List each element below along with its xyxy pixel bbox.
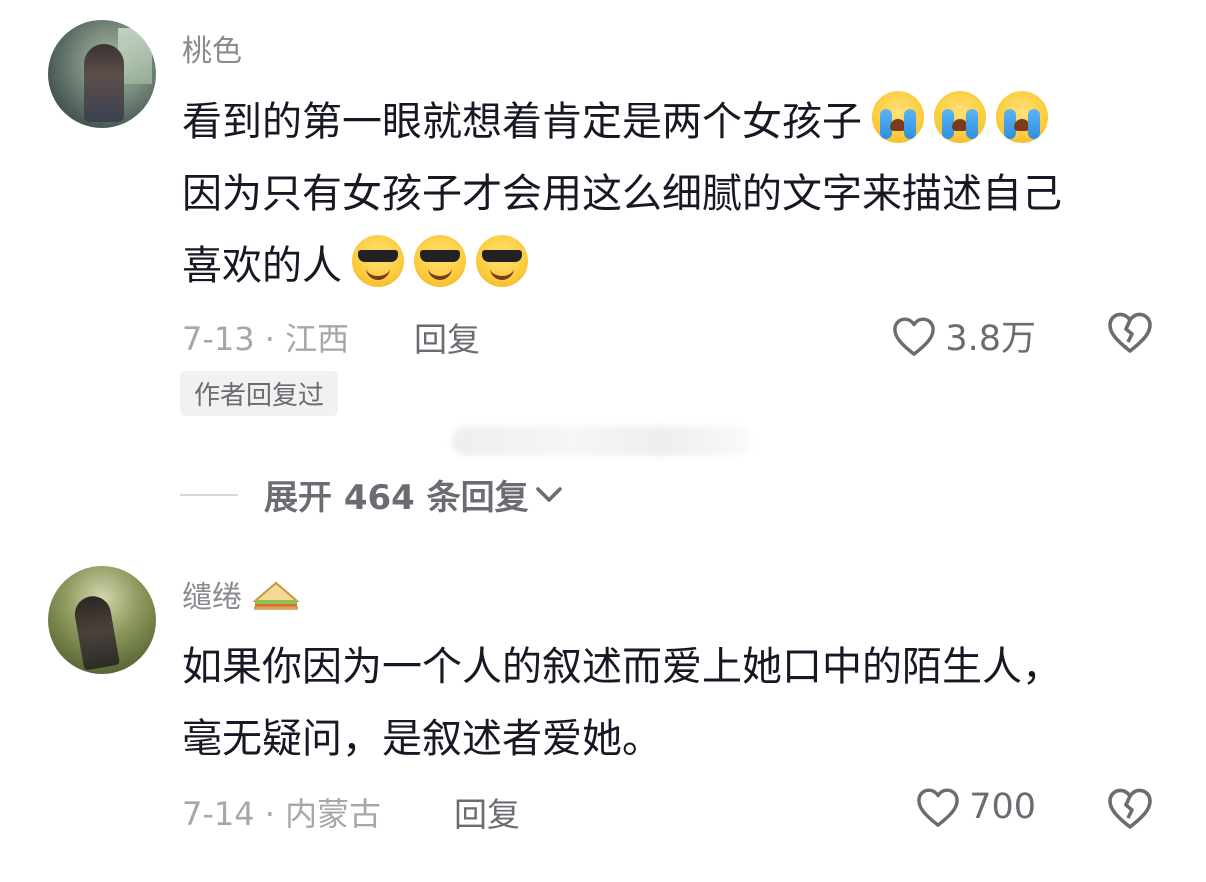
comment-text-line: 如果你因为一个人的叙述而爱上她口中的陌生人， — [182, 644, 1062, 690]
like-count: 3.8万 — [945, 319, 1036, 359]
like-count: 700 — [969, 787, 1036, 827]
chevron-down-icon — [535, 486, 562, 502]
comment-text: 如果你因为一个人的叙述而爱上她口中的陌生人， 毫无疑问，是叙述者爱她。 — [182, 631, 1172, 775]
heart-icon — [893, 316, 936, 356]
reply-button[interactable]: 回复 — [454, 788, 520, 836]
sunglasses-face-icon — [476, 235, 528, 287]
broken-heart-icon[interactable] — [1106, 310, 1154, 354]
username[interactable]: 桃色 — [182, 26, 242, 70]
avatar[interactable] — [48, 20, 156, 128]
comment-text-line: 看到的第一眼就想着肯定是两个女孩子 — [182, 99, 862, 145]
author-replied-badge: 作者回复过 — [180, 371, 339, 416]
comment-text-line: 因为只有女孩子才会用这么细腻的文字来描述自己 — [182, 171, 1062, 217]
loudly-crying-face-icon — [934, 91, 986, 143]
expand-replies-button[interactable]: 展开 464 条回复 — [180, 470, 563, 519]
loudly-crying-face-icon — [996, 91, 1048, 143]
loudly-crying-face-icon — [872, 91, 924, 143]
like-button[interactable]: 700 — [915, 786, 1036, 828]
like-button[interactable]: 3.8万 — [891, 310, 1036, 361]
username-text: 缱绻 — [182, 580, 242, 615]
divider — [180, 493, 238, 496]
comment-text-line: 喜欢的人 — [182, 243, 342, 289]
comment-date-location: 7-13 · 江西 — [182, 320, 350, 358]
expand-replies-label: 展开 464 条回复 — [264, 478, 529, 518]
heart-icon — [917, 788, 959, 827]
blurred-content — [452, 426, 752, 456]
username[interactable]: 缱绻 — [182, 572, 300, 616]
comment-text: 看到的第一眼就想着肯定是两个女孩子 因为只有女孩子才会用这么细腻的文字来描述自己… — [182, 86, 1172, 302]
sunglasses-face-icon — [414, 235, 466, 287]
reply-button[interactable]: 回复 — [414, 313, 480, 361]
broken-heart-icon[interactable] — [1106, 786, 1154, 830]
sunglasses-face-icon — [352, 235, 404, 287]
sandwich-icon — [251, 581, 300, 610]
comment-date-location: 7-14 · 内蒙古 — [182, 795, 382, 833]
avatar[interactable] — [48, 566, 156, 674]
comment-text-line: 毫无疑问，是叙述者爱她。 — [182, 716, 662, 762]
